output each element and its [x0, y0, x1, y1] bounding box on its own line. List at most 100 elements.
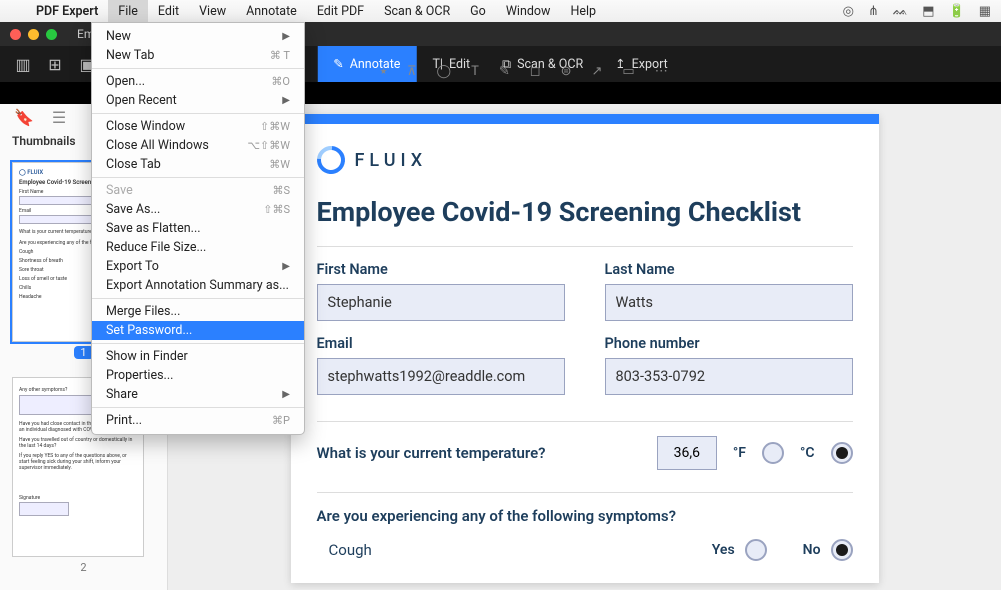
email-input[interactable]	[317, 358, 565, 395]
grid-view-icon[interactable]: ⊞	[46, 55, 64, 73]
submenu-arrow-icon: ▶	[282, 389, 290, 400]
cough-yes-radio[interactable]	[745, 539, 767, 561]
menu-item-saveas[interactable]: Save As...⇧⌘S	[92, 200, 304, 219]
first-name-label: First Name	[317, 261, 565, 278]
menu-item-label: Print...	[106, 413, 142, 428]
annotate-icon: ✎	[333, 56, 343, 72]
sidebar-toggle-icon[interactable]: ▥	[14, 55, 32, 73]
outline-icon[interactable]: ☰	[52, 108, 66, 127]
submenu-arrow-icon: ▶	[282, 261, 290, 272]
tray-icon[interactable]: ᨐ	[893, 4, 908, 19]
menu-item-label: Show in Finder	[106, 349, 188, 364]
tool-icon[interactable]: ✎	[499, 64, 510, 79]
menu-item-exportto[interactable]: Export To ▶	[92, 257, 304, 276]
submenu-arrow-icon: ▶	[282, 31, 290, 42]
menu-item-closeallwindows[interactable]: Close All Windows⌥⇧⌘W	[92, 136, 304, 155]
menu-item-saveasflatten[interactable]: Save as Flatten...	[92, 219, 304, 238]
menu-item-setpassword[interactable]: Set Password...	[92, 321, 304, 340]
symptom-cough-label: Cough	[317, 541, 372, 559]
shortcut-label: ⌘S	[272, 184, 290, 197]
shortcut-label: ⌘ T	[270, 49, 290, 62]
tool-icon[interactable]: ⋯	[655, 64, 668, 79]
no-label: No	[803, 542, 821, 558]
menu-item-share[interactable]: Share ▶	[92, 385, 304, 404]
submenu-arrow-icon: ▶	[282, 95, 290, 106]
menu-item-label: Export To	[106, 259, 159, 274]
menu-item-mergefiles[interactable]: Merge Files...	[92, 302, 304, 321]
menu-item-label: New Tab	[106, 48, 154, 63]
tool-icon[interactable]: ⊼	[407, 64, 417, 79]
menu-item-label: Set Password...	[106, 323, 192, 338]
tool-icon[interactable]: ◻	[530, 64, 541, 79]
tool-icon[interactable]: T	[471, 64, 479, 79]
menu-help[interactable]: Help	[560, 0, 606, 22]
tool-icon[interactable]: ◯	[437, 64, 452, 79]
last-name-input[interactable]	[605, 284, 853, 321]
brand-logo-icon	[311, 140, 350, 179]
menu-item-print[interactable]: Print... ⌘P	[92, 411, 304, 430]
cough-no-radio[interactable]	[831, 539, 853, 561]
minimize-window-button[interactable]	[28, 29, 39, 40]
bookmark-icon[interactable]: 🔖	[14, 108, 34, 127]
symptom-question: Are you experiencing any of the followin…	[317, 507, 853, 525]
tray-icon[interactable]: ▦	[979, 4, 991, 19]
zoom-window-button[interactable]	[46, 29, 57, 40]
menu-item-newtab[interactable]: New Tab ⌘ T	[92, 46, 304, 65]
menu-item-save: Save⌘S	[92, 181, 304, 200]
shortcut-label: ⌘O	[271, 75, 290, 88]
page-1: FLUIX Employee Covid-19 Screening Checkl…	[291, 114, 879, 583]
traffic-lights	[0, 29, 57, 40]
menu-item-properties[interactable]: Properties...	[92, 366, 304, 385]
first-name-input[interactable]	[317, 284, 565, 321]
menu-annotate[interactable]: Annotate	[236, 0, 307, 22]
last-name-label: Last Name	[605, 261, 853, 278]
shortcut-label: ⌘W	[269, 158, 290, 171]
tool-icon[interactable]: ▭	[622, 64, 634, 79]
menu-go[interactable]: Go	[460, 0, 496, 22]
shortcut-label: ⌥⇧⌘W	[247, 139, 290, 152]
menu-item-label: Save as Flatten...	[106, 221, 201, 236]
menu-item-label: Open Recent	[106, 93, 177, 108]
phone-input[interactable]	[605, 358, 853, 395]
menu-editpdf[interactable]: Edit PDF	[307, 0, 374, 22]
shortcut-label: ⇧⌘S	[263, 203, 290, 216]
shortcut-label: ⌘P	[272, 414, 290, 427]
menu-item-label: Reduce File Size...	[106, 240, 206, 255]
menu-item-label: Open...	[106, 74, 145, 89]
tray-icon[interactable]: ◎	[843, 4, 854, 19]
temp-question: What is your current temperature?	[317, 444, 641, 462]
menu-item-open[interactable]: Open... ⌘O	[92, 72, 304, 91]
tool-icon[interactable]: ↗	[591, 64, 602, 79]
email-label: Email	[317, 335, 565, 352]
menu-item-openrecent[interactable]: Open Recent ▶	[92, 91, 304, 110]
tool-icon[interactable]: ⊜	[561, 64, 572, 79]
file-menu-dropdown: New ▶ New Tab ⌘ T Open... ⌘O Open Recent ▶ Close…	[91, 22, 305, 435]
menu-item-label: Export Annotation Summary as...	[106, 278, 289, 293]
tray-icon[interactable]: 🔋	[949, 4, 965, 19]
menu-item-label: New	[106, 29, 131, 44]
menu-scanocr[interactable]: Scan & OCR	[374, 0, 460, 22]
menu-item-closewindow[interactable]: Close Window⇧⌘W	[92, 117, 304, 136]
unit-c-radio[interactable]	[831, 442, 853, 464]
tray-icon[interactable]: ⬒	[922, 4, 934, 19]
menu-item-label: Share	[106, 387, 138, 402]
menu-item-reducefilesize[interactable]: Reduce File Size...	[92, 238, 304, 257]
tool-icon[interactable]: ⭑	[380, 64, 387, 79]
menu-window[interactable]: Window	[496, 0, 561, 22]
menu-item-showinfinder[interactable]: Show in Finder	[92, 347, 304, 366]
menu-view[interactable]: View	[189, 0, 236, 22]
unit-f-radio[interactable]	[762, 442, 784, 464]
close-window-button[interactable]	[10, 29, 21, 40]
menu-item-label: Merge Files...	[106, 304, 180, 319]
temp-input[interactable]	[657, 436, 717, 470]
menu-item-new[interactable]: New ▶	[92, 27, 304, 46]
document-title: Employee Covid-19 Screening Checklist	[317, 196, 853, 228]
menu-item-closetab[interactable]: Close Tab⌘W	[92, 155, 304, 174]
app-name[interactable]: PDF Expert	[26, 4, 108, 19]
menu-file[interactable]: File	[108, 0, 148, 22]
tray-icon[interactable]: ⋔	[868, 4, 879, 19]
menu-edit[interactable]: Edit	[148, 0, 189, 22]
page-number-2[interactable]: 2	[12, 561, 155, 574]
phone-label: Phone number	[605, 335, 853, 352]
menu-item-exportannotationsummaryas[interactable]: Export Annotation Summary as...	[92, 276, 304, 295]
